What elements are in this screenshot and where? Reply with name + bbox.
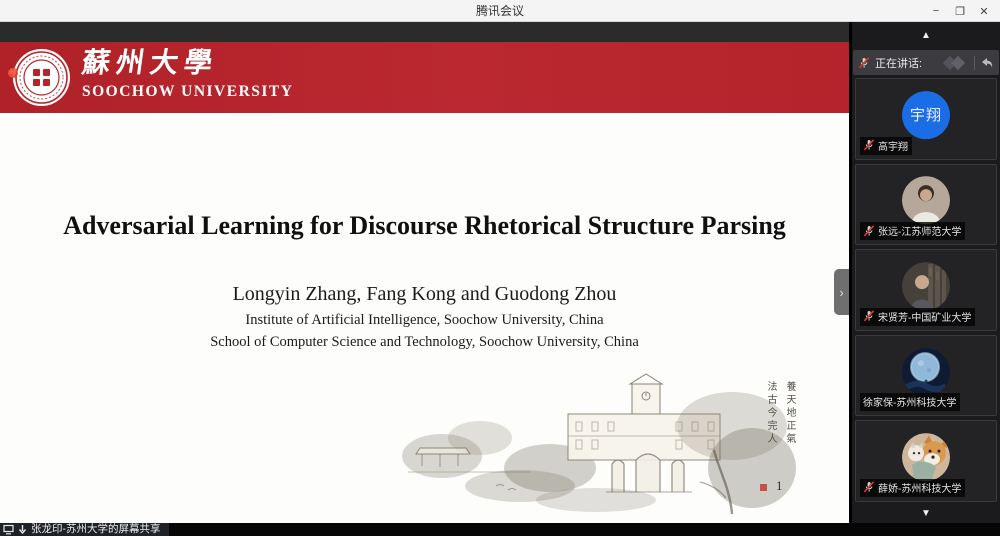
screen-share-indicator[interactable]: 张龙印-苏州大学的屏幕共享 — [0, 523, 169, 536]
download-arrow-icon — [17, 524, 28, 535]
participant-tiles: 宇翔 高宇翔 张远-江苏师范大学 — [852, 77, 1000, 503]
scroll-down-button[interactable]: ▼ — [852, 503, 1000, 523]
speaking-label: 正在讲话: — [875, 55, 922, 71]
mic-muted-icon — [863, 139, 875, 151]
avatar-initials: 宇翔 — [910, 104, 942, 125]
motto-column-1: 養天地正氣 — [782, 381, 797, 471]
participant-name: 张远-江苏师范大学 — [878, 223, 961, 238]
banner-text: 蘇州大學 SOOCHOW UNIVERSITY — [82, 47, 293, 101]
speaking-indicator-bar: 正在讲话: — [853, 50, 999, 75]
window-titlebar: 腾讯会议 − ❐ ✕ — [0, 0, 1000, 22]
participants-sidebar: ▲ 正在讲话: 宇翔 高宇翔 — [852, 22, 1000, 523]
motto-column-2: 法古今完人 — [763, 381, 778, 471]
recording-dot-icon — [8, 68, 18, 78]
slide-affiliation-2: School of Computer Science and Technolog… — [0, 334, 849, 351]
scroll-up-button[interactable]: ▲ — [852, 22, 1000, 48]
participant-name: 宋贤芳-中国矿业大学 — [878, 309, 971, 324]
avatar: 宇翔 — [902, 91, 950, 139]
meeting-logo-icon — [943, 56, 969, 70]
participant-name-tag: 高宇翔 — [860, 137, 912, 155]
mic-muted-icon — [863, 310, 875, 322]
sidebar-collapse-handle[interactable]: › — [834, 269, 849, 315]
slide-affiliation-1: Institute of Artificial Intelligence, So… — [0, 312, 849, 329]
monitor-icon — [3, 524, 14, 535]
soochow-university-seal-icon — [12, 48, 71, 107]
restore-button[interactable]: ❐ — [948, 0, 972, 22]
mic-muted-icon — [863, 481, 875, 493]
screen-share-view: 蘇州大學 SOOCHOW UNIVERSITY Adversarial Lear… — [0, 22, 849, 523]
chevron-up-icon: ▲ — [921, 30, 931, 41]
university-name-cn: 蘇州大學 — [80, 47, 296, 81]
avatar — [902, 262, 950, 310]
participant-name: 薛娇-苏州科技大学 — [878, 480, 961, 495]
statusbar: 张龙印-苏州大学的屏幕共享 — [0, 523, 1000, 536]
avatar — [902, 348, 950, 396]
university-name-en: SOOCHOW UNIVERSITY — [82, 83, 293, 101]
shared-screen-top-strip — [0, 22, 849, 42]
participant-tile[interactable]: 薛娇-苏州科技大学 — [855, 420, 997, 502]
chevron-down-icon: ▼ — [921, 508, 931, 519]
participant-tile[interactable]: 徐家保-苏州科技大学 — [855, 335, 997, 417]
slide-authors: Longyin Zhang, Fang Kong and Guodong Zho… — [0, 283, 849, 306]
slide-banner: 蘇州大學 SOOCHOW UNIVERSITY — [0, 42, 849, 113]
slide-title: Adversarial Learning for Discourse Rheto… — [0, 211, 849, 241]
reply-arrow-icon[interactable] — [980, 57, 994, 69]
participant-name: 高宇翔 — [878, 138, 908, 153]
avatar — [902, 433, 950, 481]
participant-name: 徐家保-苏州科技大学 — [863, 394, 956, 409]
slide-page-number: 1 — [776, 478, 783, 494]
share-label: 张龙印-苏州大学的屏幕共享 — [31, 523, 161, 536]
participant-name-tag: 薛娇-苏州科技大学 — [860, 479, 965, 497]
chevron-right-icon: › — [839, 285, 843, 300]
close-button[interactable]: ✕ — [972, 0, 996, 22]
window-title: 腾讯会议 — [476, 2, 524, 19]
university-motto: 養天地正氣 法古今完人 — [763, 381, 797, 471]
participant-name-tag: 张远-江苏师范大学 — [860, 222, 965, 240]
participant-tile[interactable]: 宇翔 高宇翔 — [855, 78, 997, 160]
window-controls: − ❐ ✕ — [924, 0, 996, 22]
participant-name-tag: 徐家保-苏州科技大学 — [860, 393, 960, 411]
campus-inkwash-illustration — [400, 368, 800, 518]
avatar — [902, 177, 950, 225]
presentation-slide: Adversarial Learning for Discourse Rheto… — [0, 113, 849, 523]
participant-tile[interactable]: 宋贤芳-中国矿业大学 — [855, 249, 997, 331]
participant-tile[interactable]: 张远-江苏师范大学 — [855, 164, 997, 246]
mic-muted-icon — [858, 57, 870, 69]
minimize-button[interactable]: − — [924, 0, 948, 22]
red-seal-icon — [760, 484, 767, 491]
divider — [974, 56, 975, 70]
mic-muted-icon — [863, 225, 875, 237]
participant-name-tag: 宋贤芳-中国矿业大学 — [860, 308, 975, 326]
meeting-workspace: 蘇州大學 SOOCHOW UNIVERSITY Adversarial Lear… — [0, 22, 1000, 523]
